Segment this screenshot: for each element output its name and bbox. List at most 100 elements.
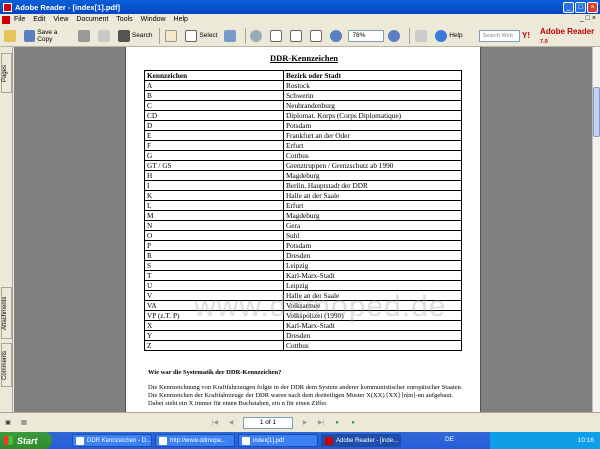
help-icon bbox=[435, 29, 448, 42]
print-button[interactable] bbox=[76, 27, 94, 45]
district-cell: Potsdam bbox=[283, 120, 462, 131]
table-header-row: Kennzeichen Bezirk oder Stadt bbox=[144, 70, 462, 81]
start-button[interactable]: Start bbox=[0, 432, 52, 449]
table-row: P Potsdam bbox=[144, 240, 462, 251]
status-bar: ▣ ▤ |◀ ◀ 1 of 1 ▶ ▶| ● ● bbox=[0, 412, 600, 432]
taskbar-item[interactable]: http://www.ddmope... bbox=[155, 434, 235, 447]
rotate-button[interactable] bbox=[413, 27, 431, 45]
pdf-page: DDR-Kennzeichen Kennzeichen Bezirk oder … bbox=[125, 47, 481, 412]
taskbar-item[interactable]: Adobe Reader - [inde... bbox=[321, 434, 401, 447]
zoom-tool-button[interactable] bbox=[248, 27, 266, 45]
menu-edit[interactable]: Edit bbox=[33, 16, 45, 23]
taskbar-item[interactable]: DDR Kennzeichen - D... bbox=[72, 434, 152, 447]
minimize-button[interactable]: _ bbox=[563, 1, 574, 13]
actual-size-button[interactable] bbox=[268, 27, 286, 45]
plate-code-cell: M bbox=[144, 210, 284, 221]
first-page-button[interactable]: |◀ bbox=[209, 417, 221, 429]
last-page-button[interactable]: ▶| bbox=[315, 417, 327, 429]
table-row: T Karl-Marx-Stadt bbox=[144, 270, 462, 281]
tab-comments[interactable]: Comments bbox=[1, 343, 12, 387]
folder-icon bbox=[242, 436, 250, 445]
select-button[interactable]: Select bbox=[183, 27, 219, 45]
browser-icon bbox=[159, 436, 167, 445]
folder-icon bbox=[4, 29, 16, 42]
district-cell: Magdeburg bbox=[283, 210, 462, 221]
clock: 10:16 bbox=[577, 437, 594, 444]
page-number-field[interactable]: 1 of 1 bbox=[243, 416, 293, 429]
scrollbar-thumb[interactable] bbox=[593, 87, 600, 137]
plate-code-cell: CD bbox=[144, 110, 284, 121]
table-row: H Magdeburg bbox=[144, 170, 462, 181]
disk-icon bbox=[24, 29, 36, 42]
plate-code-cell: P bbox=[144, 240, 284, 251]
zoom-in-button[interactable] bbox=[386, 27, 404, 45]
help-label: Help bbox=[449, 32, 463, 39]
zoom-out-button[interactable] bbox=[328, 27, 346, 45]
table-row: CD Diplomat. Korps (Corps Diplomatique) bbox=[144, 110, 462, 121]
search-web-input[interactable]: Search Web bbox=[478, 29, 521, 42]
district-cell: Dresden bbox=[283, 330, 462, 341]
zoom-level-field[interactable]: 78% bbox=[348, 29, 385, 42]
windows-logo-icon bbox=[4, 436, 13, 445]
page-title: DDR-Kennzeichen bbox=[270, 53, 338, 63]
menu-view[interactable]: View bbox=[53, 16, 68, 23]
menu-document[interactable]: Document bbox=[76, 16, 108, 23]
document-viewport[interactable]: DDR-Kennzeichen Kennzeichen Bezirk oder … bbox=[14, 47, 592, 412]
district-cell: Cottbus bbox=[283, 150, 462, 161]
taskbar-item[interactable]: index[1].pdf bbox=[238, 434, 318, 447]
language-indicator[interactable]: DE bbox=[445, 436, 454, 443]
table-row: Z Cottbus bbox=[144, 340, 462, 351]
fit-width-button[interactable] bbox=[308, 27, 326, 45]
district-cell: Diplomat. Korps (Corps Diplomatique) bbox=[283, 110, 462, 121]
section-heading: Wie war die Systematik der DDR-Kennzeich… bbox=[148, 369, 282, 376]
navigation-panel: Pages Attachments Comments bbox=[0, 47, 13, 412]
table-row: E Frankfurt an der Oder bbox=[144, 130, 462, 141]
page-layout-icon[interactable]: ▣ bbox=[2, 417, 14, 429]
snapshot-button[interactable] bbox=[222, 27, 240, 45]
tab-pages[interactable]: Pages bbox=[1, 53, 12, 93]
search-label: Search bbox=[131, 32, 153, 39]
plate-code-cell: B bbox=[144, 90, 284, 101]
menu-file[interactable]: File bbox=[14, 16, 25, 23]
district-cell: Frankfurt an der Oder bbox=[283, 130, 462, 141]
close-button[interactable]: × bbox=[587, 1, 598, 13]
envelope-icon bbox=[97, 29, 110, 42]
next-view-button[interactable]: ● bbox=[347, 417, 359, 429]
menu-tools[interactable]: Tools bbox=[116, 16, 132, 23]
table-row: R Dresden bbox=[144, 250, 462, 261]
yahoo-button[interactable]: Y! bbox=[520, 27, 532, 45]
text-select-icon bbox=[185, 29, 198, 42]
search-button[interactable]: Search bbox=[116, 27, 155, 45]
document-close-icon[interactable]: _ □ × bbox=[580, 15, 596, 22]
menu-window[interactable]: Window bbox=[141, 16, 166, 23]
hand-tool-button[interactable] bbox=[163, 27, 181, 45]
continuous-layout-icon[interactable]: ▤ bbox=[18, 417, 30, 429]
previous-page-button[interactable]: ◀ bbox=[225, 417, 237, 429]
hand-icon bbox=[165, 29, 178, 42]
district-cell: Karl-Marx-Stadt bbox=[283, 270, 462, 281]
table-row: D Potsdam bbox=[144, 120, 462, 131]
previous-view-button[interactable]: ● bbox=[331, 417, 343, 429]
plate-code-cell: R bbox=[144, 250, 284, 261]
vertical-scrollbar[interactable] bbox=[592, 47, 600, 412]
toolbar-separator bbox=[409, 27, 411, 44]
district-cell: Suhl bbox=[283, 230, 462, 241]
district-cell: Leipzig bbox=[283, 260, 462, 271]
help-button[interactable]: Help bbox=[433, 27, 464, 45]
email-button[interactable] bbox=[96, 27, 114, 45]
fit-page-button[interactable] bbox=[288, 27, 306, 45]
next-page-button[interactable]: ▶ bbox=[299, 417, 311, 429]
district-cell: Grenztruppen / Grenzschutz ab 1990 bbox=[283, 160, 462, 171]
table-row: M Magdeburg bbox=[144, 210, 462, 221]
plate-code-cell: Y bbox=[144, 330, 284, 341]
plate-code-cell: F bbox=[144, 140, 284, 151]
save-copy-button[interactable]: Save a Copy bbox=[22, 27, 74, 45]
district-cell: Erfurt bbox=[283, 200, 462, 211]
plate-code-cell: D bbox=[144, 120, 284, 131]
tab-attachments[interactable]: Attachments bbox=[1, 287, 12, 339]
plate-code-cell: Z bbox=[144, 340, 284, 351]
open-button[interactable] bbox=[2, 27, 20, 45]
menu-help[interactable]: Help bbox=[174, 16, 188, 23]
browser-icon bbox=[76, 436, 84, 445]
maximize-button[interactable]: □ bbox=[575, 1, 586, 13]
